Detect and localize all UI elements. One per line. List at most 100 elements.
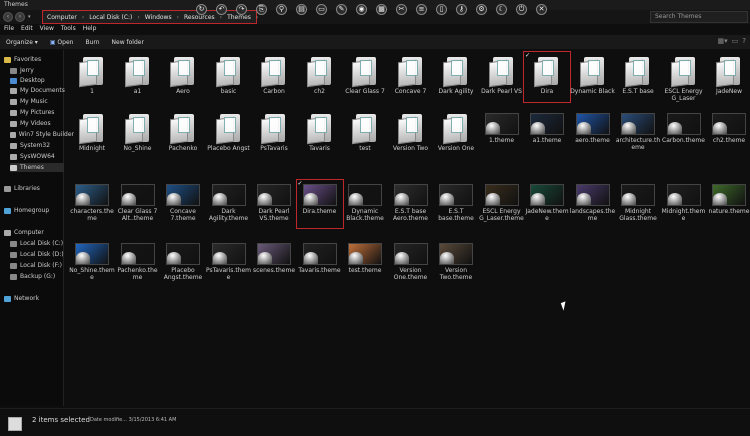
- gear-icon[interactable]: ⚙: [476, 3, 487, 15]
- sidebar-network[interactable]: Network: [4, 294, 68, 303]
- new-folder-button[interactable]: New folder: [112, 39, 144, 46]
- folder-item[interactable]: JadeNew: [706, 56, 750, 95]
- open-button[interactable]: ▣ Open: [50, 39, 74, 46]
- sidebar-item-my-documents[interactable]: My Documents: [10, 86, 74, 95]
- theme-file-item[interactable]: architecture.theme: [615, 113, 661, 151]
- redo-icon[interactable]: ↷: [236, 3, 247, 15]
- theme-file-item[interactable]: Dark Pearl VS.theme: [251, 184, 297, 222]
- theme-file-item[interactable]: Tavaris.theme: [297, 243, 343, 274]
- folder-item[interactable]: Dark Agility: [433, 56, 479, 95]
- forward-button[interactable]: ›: [15, 12, 25, 22]
- sidebar-item-themes[interactable]: Themes: [10, 163, 64, 172]
- theme-file-item[interactable]: Carbon.theme: [661, 113, 707, 144]
- sidebar-drive-d[interactable]: Local Disk (D:): [10, 250, 74, 259]
- delete-icon[interactable]: ▯: [436, 3, 447, 15]
- search-tool-icon[interactable]: ⚷: [456, 3, 467, 15]
- theme-file-item[interactable]: PsTavaris.theme: [206, 243, 252, 281]
- folder-item[interactable]: ESCL Energy G_Laser: [661, 56, 707, 102]
- checkbox-checked-icon[interactable]: ✓: [298, 180, 303, 187]
- sidebar-item-my-videos[interactable]: My Videos: [10, 119, 74, 128]
- theme-file-item[interactable]: JadeNew.theme: [524, 184, 570, 222]
- sidebar-item-jerry[interactable]: Jerry: [10, 66, 74, 75]
- theme-file-item[interactable]: test.theme: [342, 243, 388, 274]
- moon-icon[interactable]: ☾: [496, 3, 507, 15]
- sidebar-item-win7-style-builder[interactable]: Win7 Style Builder: [10, 130, 74, 139]
- tools-icon[interactable]: ✂: [396, 3, 407, 15]
- theme-file-item[interactable]: Version One.theme: [388, 243, 434, 281]
- folder-item[interactable]: Placebo Angst: [206, 113, 252, 152]
- sidebar-drive-f[interactable]: Local Disk (F:): [10, 261, 74, 270]
- sidebar-item-syswow64[interactable]: SysWOW64: [10, 152, 74, 161]
- theme-file-item[interactable]: ESCL Energy G_Laser.theme: [479, 184, 525, 222]
- menu-view[interactable]: View: [40, 25, 54, 34]
- folder-item[interactable]: Midnight: [69, 113, 115, 152]
- theme-file-item[interactable]: nature.theme: [706, 184, 750, 215]
- breadcrumb-windows[interactable]: Windows: [145, 14, 172, 21]
- sidebar-drive-c[interactable]: Local Disk (C:): [10, 239, 74, 248]
- theme-file-item[interactable]: characters.theme: [69, 184, 115, 222]
- breadcrumb-computer[interactable]: Computer: [47, 14, 77, 21]
- theme-file-item[interactable]: Dark Agility.theme: [206, 184, 252, 222]
- folder-item[interactable]: Dark Pearl VS: [479, 56, 525, 95]
- folder-item[interactable]: Aero: [160, 56, 206, 95]
- control-panel-icon[interactable]: ▦: [376, 3, 387, 15]
- folder-item[interactable]: Dira ✓: [523, 51, 571, 103]
- theme-file-item[interactable]: Midnight Glass.theme: [615, 184, 661, 222]
- folder-item[interactable]: Pachenko: [160, 113, 206, 152]
- folder-item[interactable]: E.S.T base: [615, 56, 661, 95]
- search-input[interactable]: Search Themes: [650, 11, 748, 23]
- organize-button[interactable]: Organize ▾: [6, 39, 38, 46]
- folder-item[interactable]: ch2: [297, 56, 343, 95]
- theme-file-item[interactable]: Dira.theme ✓: [295, 179, 344, 229]
- brush-icon[interactable]: ✎: [336, 3, 347, 15]
- menu-tools[interactable]: Tools: [61, 25, 76, 34]
- folder-item[interactable]: Tavaris: [297, 113, 343, 152]
- checkbox-checked-icon[interactable]: ✓: [525, 52, 530, 59]
- sidebar-favorites[interactable]: Favorites: [4, 55, 68, 64]
- undo-icon[interactable]: ↶: [216, 3, 227, 15]
- folder-item[interactable]: 1: [69, 56, 115, 95]
- folder-item[interactable]: No_Shine: [115, 113, 161, 152]
- theme-file-item[interactable]: ch2.theme: [706, 113, 750, 144]
- burn-button[interactable]: Burn: [85, 39, 99, 46]
- menu-help[interactable]: Help: [83, 25, 97, 34]
- theme-file-item[interactable]: Pachenko.theme: [115, 243, 161, 281]
- sidebar-homegroup[interactable]: Homegroup: [4, 206, 68, 215]
- sidebar-libraries[interactable]: Libraries: [4, 184, 68, 193]
- theme-file-item[interactable]: Dynamic Black.theme: [342, 184, 388, 222]
- folder-item[interactable]: Clear Glass 7: [342, 56, 388, 95]
- breadcrumb-local-disk[interactable]: Local Disk (C:): [89, 14, 132, 21]
- recent-dropdown-icon[interactable]: ▾: [28, 14, 31, 20]
- help-icon[interactable]: ?: [742, 37, 746, 45]
- monitor-icon[interactable]: ▭: [316, 3, 327, 15]
- preview-pane-icon[interactable]: ▭: [732, 37, 739, 45]
- power-icon[interactable]: ⏻: [516, 3, 527, 15]
- theme-file-item[interactable]: 1.theme: [479, 113, 525, 144]
- folder-item[interactable]: Version Two: [388, 113, 434, 152]
- theme-file-item[interactable]: landscapes.theme: [570, 184, 616, 222]
- sidebar-item-my-pictures[interactable]: My Pictures: [10, 108, 74, 117]
- copy-icon[interactable]: ⎘: [256, 3, 267, 15]
- folder-item[interactable]: Dynamic Black: [570, 56, 616, 95]
- theme-file-item[interactable]: E.S.T base Aero.theme: [388, 184, 434, 222]
- theme-file-item[interactable]: aero.theme: [570, 113, 616, 144]
- views-icon[interactable]: ▦▾: [718, 37, 728, 45]
- sidebar-item-my-music[interactable]: My Music: [10, 97, 74, 106]
- sidebar-computer[interactable]: Computer: [4, 228, 68, 237]
- sidebar-drive-g[interactable]: Backup (G:): [10, 272, 74, 281]
- folder-item[interactable]: Carbon: [251, 56, 297, 95]
- theme-file-item[interactable]: Concave 7.theme: [160, 184, 206, 222]
- list-icon[interactable]: ≡: [416, 3, 427, 15]
- theme-file-item[interactable]: Clear Glass 7 Alt..theme: [115, 184, 161, 222]
- menu-file[interactable]: File: [4, 25, 14, 34]
- sidebar-item-system32[interactable]: System32: [10, 141, 74, 150]
- theme-file-item[interactable]: Placebo Angst.theme: [160, 243, 206, 281]
- sidebar-item-desktop[interactable]: Desktop: [10, 76, 74, 85]
- pin-icon[interactable]: ⚲: [276, 3, 287, 15]
- theme-file-item[interactable]: scenes.theme: [251, 243, 297, 274]
- refresh-icon[interactable]: ↻: [196, 3, 207, 15]
- web-icon[interactable]: ◉: [356, 3, 367, 15]
- menu-edit[interactable]: Edit: [21, 25, 33, 34]
- theme-file-item[interactable]: E.S.T base.theme: [433, 184, 479, 222]
- folder-item[interactable]: Version One: [433, 113, 479, 152]
